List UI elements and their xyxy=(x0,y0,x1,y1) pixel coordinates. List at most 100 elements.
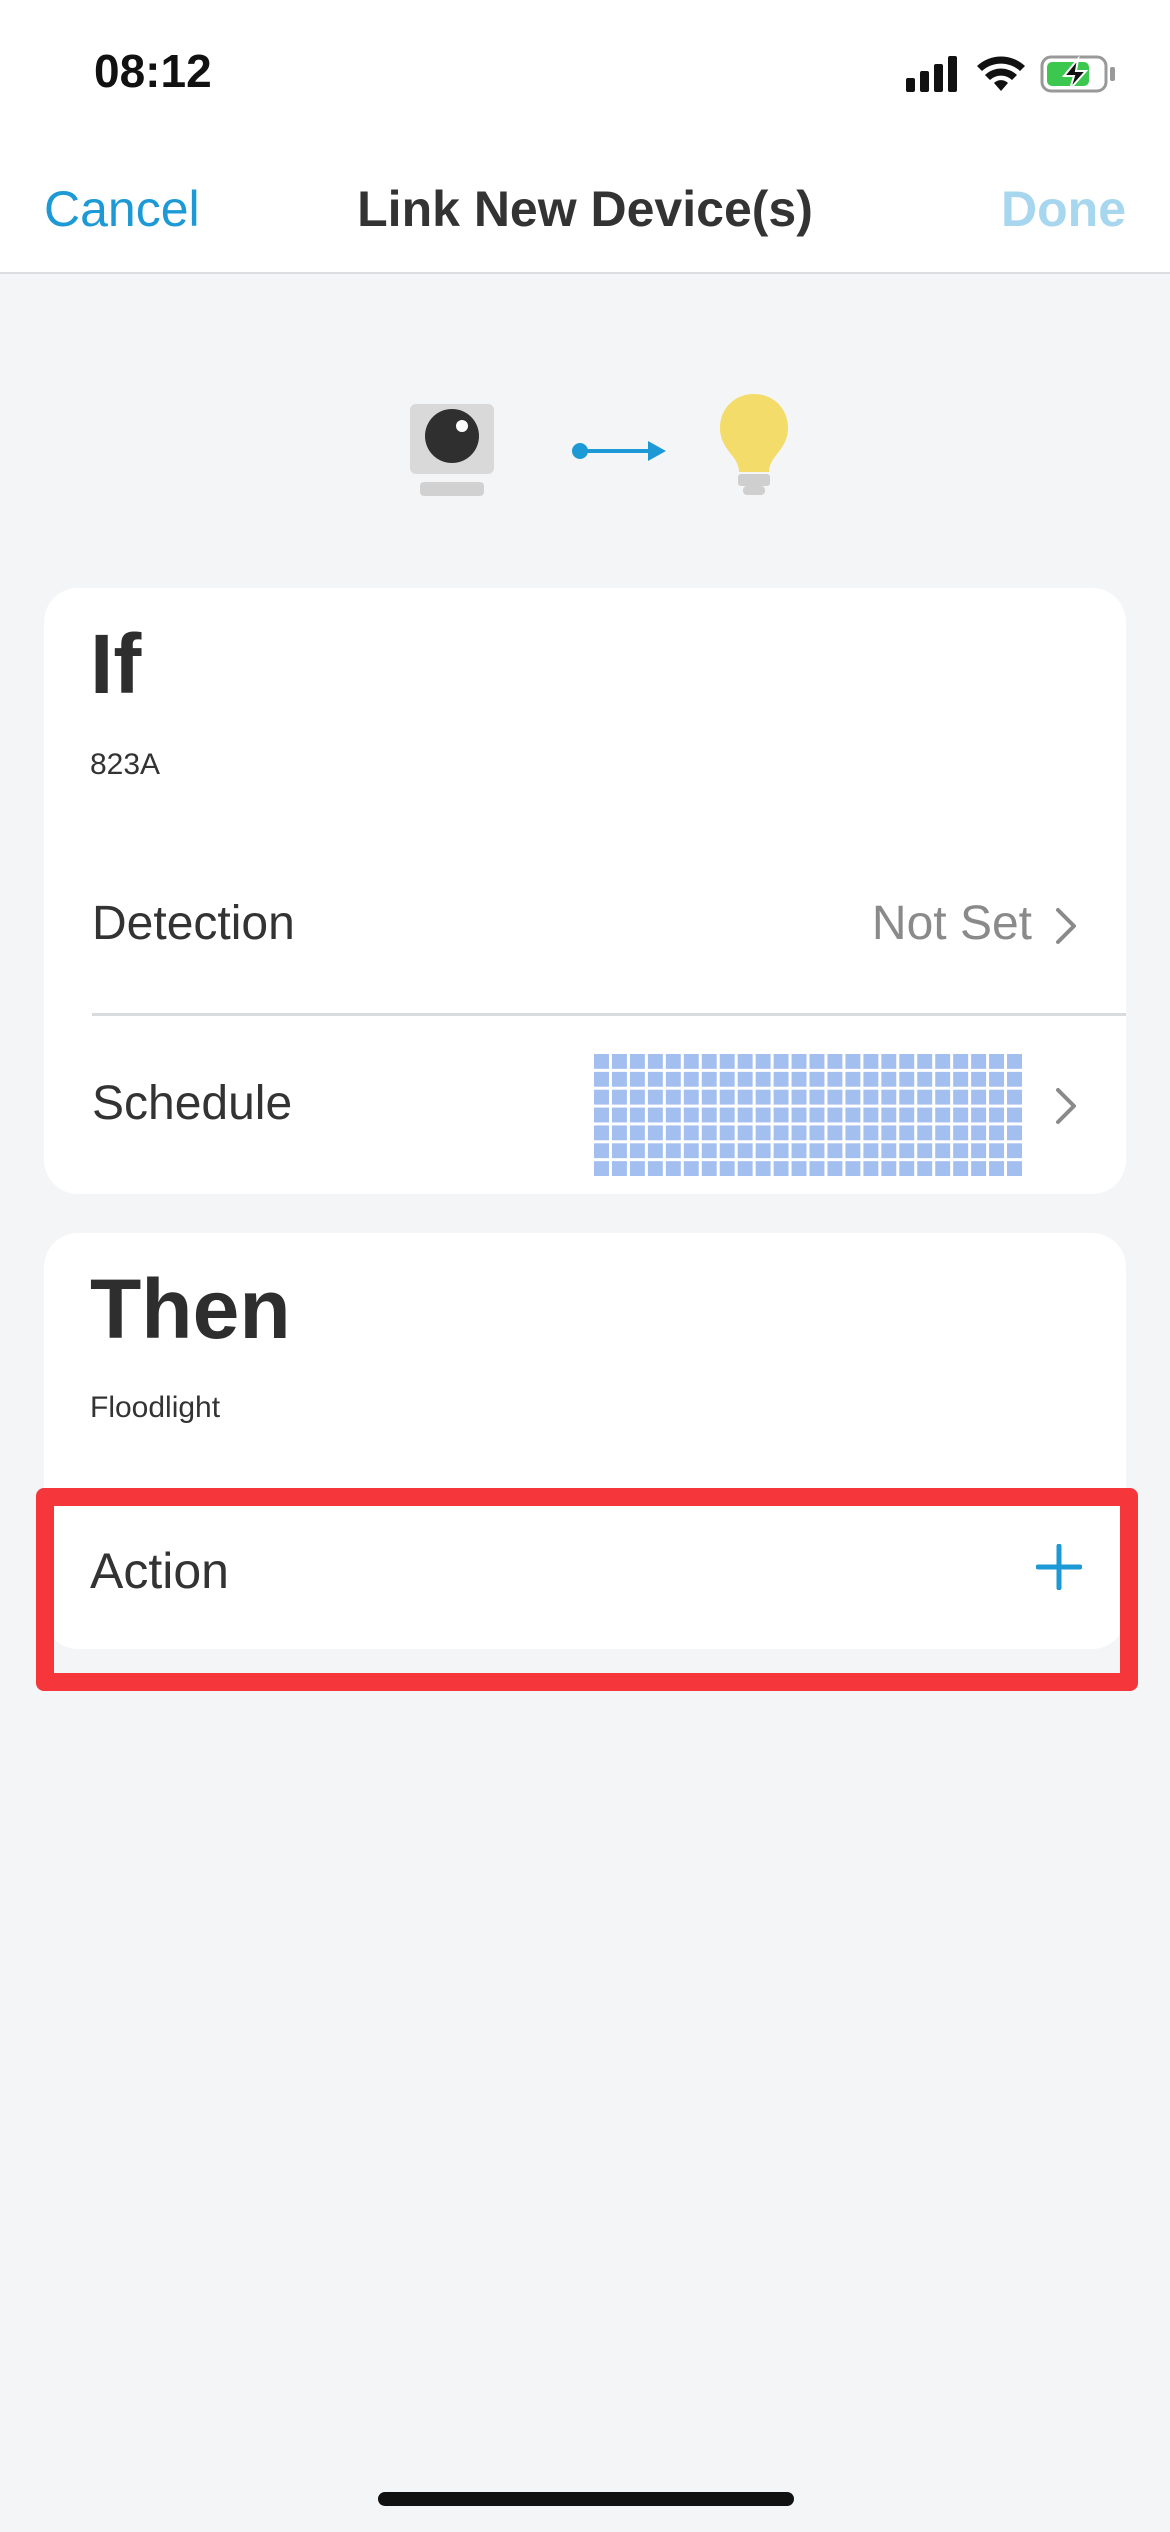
schedule-cell xyxy=(953,1089,969,1105)
schedule-cell xyxy=(863,1071,879,1087)
schedule-cell xyxy=(1007,1107,1022,1123)
action-row[interactable]: Action xyxy=(44,1500,1126,1650)
schedule-cell xyxy=(737,1054,753,1069)
schedule-cell xyxy=(971,1107,987,1123)
schedule-cell xyxy=(773,1125,789,1141)
schedule-cell xyxy=(611,1143,627,1159)
schedule-cell xyxy=(971,1089,987,1105)
schedule-cell xyxy=(935,1071,951,1087)
schedule-cell xyxy=(971,1071,987,1087)
schedule-cell xyxy=(809,1089,825,1105)
schedule-cell xyxy=(701,1161,717,1176)
schedule-cell xyxy=(881,1125,897,1141)
then-device-name: Floodlight xyxy=(90,1391,221,1424)
schedule-cell xyxy=(989,1089,1005,1105)
schedule-cell xyxy=(755,1071,771,1087)
home-indicator xyxy=(378,2492,794,2506)
schedule-cell xyxy=(899,1161,915,1176)
chevron-right-icon xyxy=(1056,908,1076,944)
schedule-cell xyxy=(899,1107,915,1123)
schedule-cell xyxy=(917,1107,933,1123)
schedule-cell xyxy=(647,1161,663,1176)
schedule-cell xyxy=(773,1071,789,1087)
schedule-cell xyxy=(953,1161,969,1176)
schedule-cell xyxy=(1007,1161,1022,1176)
schedule-cell xyxy=(755,1107,771,1123)
schedule-cell xyxy=(953,1071,969,1087)
schedule-cell xyxy=(701,1054,717,1069)
wifi-icon xyxy=(977,56,1025,91)
schedule-cell xyxy=(647,1107,663,1123)
schedule-cell xyxy=(917,1125,933,1141)
schedule-cell xyxy=(755,1125,771,1141)
schedule-cell xyxy=(629,1107,645,1123)
schedule-cell xyxy=(917,1089,933,1105)
schedule-cell xyxy=(1007,1071,1022,1087)
action-label: Action xyxy=(90,1543,229,1599)
schedule-cell xyxy=(827,1125,843,1141)
schedule-cell xyxy=(917,1054,933,1069)
schedule-cell xyxy=(737,1089,753,1105)
schedule-cell xyxy=(791,1071,807,1087)
schedule-cell xyxy=(755,1089,771,1105)
schedule-cell xyxy=(737,1125,753,1141)
schedule-cell xyxy=(899,1071,915,1087)
schedule-row[interactable]: Schedule xyxy=(44,1018,1126,1196)
schedule-cell xyxy=(791,1125,807,1141)
status-time: 08:12 xyxy=(94,45,212,97)
schedule-cell xyxy=(863,1143,879,1159)
detection-row[interactable]: Detection Not Set xyxy=(44,838,1126,1016)
schedule-cell xyxy=(629,1054,645,1069)
schedule-cell xyxy=(935,1143,951,1159)
schedule-cell xyxy=(917,1143,933,1159)
schedule-label: Schedule xyxy=(92,1077,293,1130)
schedule-cell xyxy=(863,1054,879,1069)
schedule-cell xyxy=(665,1054,681,1069)
schedule-cell xyxy=(773,1089,789,1105)
schedule-cell xyxy=(863,1161,879,1176)
schedule-cell xyxy=(647,1125,663,1141)
schedule-cell xyxy=(629,1143,645,1159)
schedule-cell xyxy=(647,1071,663,1087)
then-heading: Then xyxy=(90,1262,291,1356)
schedule-cell xyxy=(899,1054,915,1069)
schedule-cell xyxy=(791,1054,807,1069)
schedule-cell xyxy=(683,1161,699,1176)
schedule-cell xyxy=(935,1054,951,1069)
light-bulb-icon xyxy=(720,394,788,495)
schedule-cell xyxy=(827,1071,843,1087)
schedule-cell xyxy=(953,1143,969,1159)
schedule-cell xyxy=(881,1089,897,1105)
schedule-cell xyxy=(683,1089,699,1105)
add-action-plus-icon[interactable] xyxy=(1036,1544,1082,1590)
schedule-cell xyxy=(773,1161,789,1176)
schedule-cell xyxy=(863,1107,879,1123)
schedule-cell xyxy=(737,1107,753,1123)
schedule-grid xyxy=(594,1054,1022,1176)
schedule-cell xyxy=(953,1107,969,1123)
schedule-cell xyxy=(755,1143,771,1159)
schedule-cell xyxy=(827,1089,843,1105)
schedule-cell xyxy=(683,1054,699,1069)
schedule-cell xyxy=(899,1089,915,1105)
schedule-cell xyxy=(899,1125,915,1141)
schedule-cell xyxy=(594,1089,609,1105)
schedule-cell xyxy=(881,1054,897,1069)
schedule-cell xyxy=(594,1125,609,1141)
schedule-cell xyxy=(719,1161,735,1176)
schedule-cell xyxy=(594,1161,609,1176)
schedule-cell xyxy=(1007,1125,1022,1141)
schedule-cell xyxy=(665,1125,681,1141)
schedule-cell xyxy=(845,1143,861,1159)
schedule-cell xyxy=(917,1161,933,1176)
schedule-cell xyxy=(881,1107,897,1123)
schedule-cell xyxy=(701,1125,717,1141)
schedule-cell xyxy=(953,1054,969,1069)
schedule-cell xyxy=(594,1107,609,1123)
chevron-right-icon xyxy=(1056,1088,1076,1124)
status-icons xyxy=(906,50,1116,98)
done-button[interactable]: Done xyxy=(1001,180,1126,238)
schedule-cell xyxy=(989,1071,1005,1087)
schedule-cell xyxy=(611,1125,627,1141)
schedule-cell xyxy=(1007,1143,1022,1159)
